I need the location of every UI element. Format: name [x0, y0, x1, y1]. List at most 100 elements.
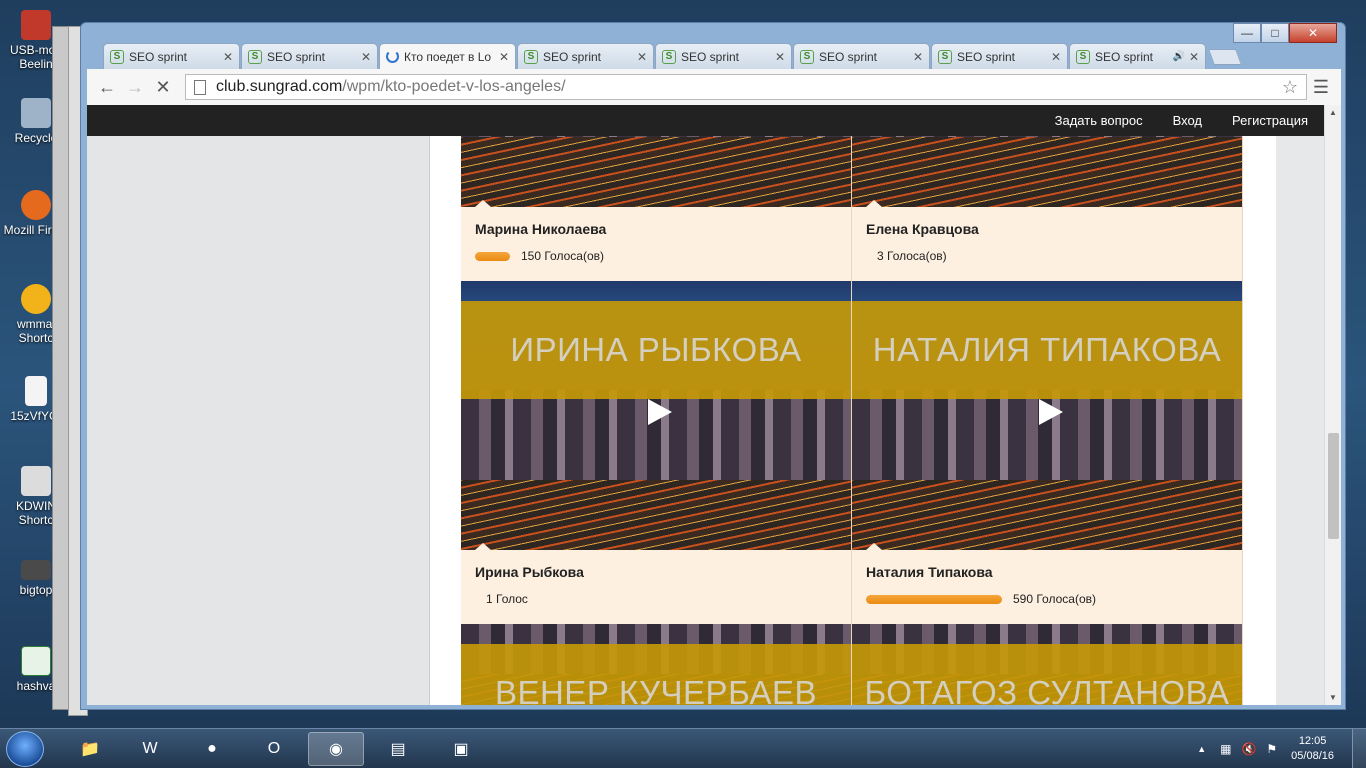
browser-tab[interactable]: S SEO sprint ✕: [931, 43, 1068, 69]
left-sidebar: [87, 136, 430, 705]
chrome-window: — □ ✕ S SEO sprint ✕ S SEO sprint ✕ Кто поедет…: [80, 22, 1346, 710]
chrome-icon[interactable]: ◉: [308, 732, 364, 766]
start-button[interactable]: [6, 731, 44, 767]
taskbar: 📁 W ● O ◉ ▤ ▣ ▲ ▦ 🔇 ⚑ 12:05 05/08/16: [0, 728, 1366, 768]
volume-muted-icon[interactable]: 🔇: [1241, 742, 1256, 756]
close-tab-icon[interactable]: ✕: [913, 50, 923, 64]
browser-tab[interactable]: S SEO sprint ✕: [241, 43, 378, 69]
candidate-card: ИРИНА РЫБКОВА Ирина Рыбкова 1 Голос: [461, 281, 852, 624]
minimize-button[interactable]: —: [1233, 23, 1261, 43]
vote-row: 590 Голоса(ов): [866, 592, 1228, 606]
candidate-info: Елена Кравцова 3 Голоса(ов): [852, 207, 1242, 281]
new-tab-button[interactable]: [1208, 49, 1242, 65]
candidate-info: Наталия Типакова 590 Голоса(ов): [852, 550, 1242, 624]
seo-sprint-favicon-icon: S: [248, 49, 262, 64]
address-bar[interactable]: club.sungrad.com/wpm/kto-poedet-v-los-an…: [185, 74, 1307, 100]
maximize-button[interactable]: □: [1261, 23, 1289, 43]
browser-tab[interactable]: S SEO sprint ✕: [517, 43, 654, 69]
network-icon[interactable]: ▦: [1220, 742, 1231, 756]
page-icon: [194, 79, 206, 95]
candidate-video-thumbnail[interactable]: ВЕНЕР КУЧЕРБАЕВ: [461, 624, 851, 705]
window-icon[interactable]: ▣: [432, 732, 490, 766]
scrollbar-thumb[interactable]: [1328, 433, 1339, 539]
candidate-info: Ирина Рыбкова 1 Голос: [461, 550, 851, 624]
close-tab-icon[interactable]: ✕: [361, 50, 371, 64]
scroll-down-icon[interactable]: ▼: [1329, 693, 1337, 702]
page-scrollbar[interactable]: ▲ ▼: [1324, 105, 1341, 705]
show-hidden-icons-icon[interactable]: ▲: [1197, 744, 1206, 754]
candidate-video-thumbnail[interactable]: БОТАГОЗ СУЛТАНОВА: [852, 624, 1242, 705]
vote-count: 590 Голоса(ов): [1013, 592, 1096, 606]
tab-title: SEO sprint: [129, 49, 188, 64]
url-host: club.sungrad.com: [216, 78, 343, 95]
candidate-card: БОТАГОЗ СУЛТАНОВА: [852, 624, 1243, 705]
vote-progress-bar: [866, 594, 1002, 604]
desktop-icon-label: bigtop: [19, 583, 53, 597]
close-tab-icon[interactable]: ✕: [1051, 50, 1061, 64]
explorer-icon[interactable]: 📁: [62, 732, 118, 766]
scroll-up-icon[interactable]: ▲: [1329, 108, 1337, 117]
tab-audio-icon: 🔊: [1172, 51, 1185, 62]
card-notch: [866, 543, 882, 550]
candidate-name-banner: БОТАГОЗ СУЛТАНОВА: [852, 644, 1242, 705]
clock-time: 12:05: [1298, 735, 1327, 747]
bookmark-star-icon[interactable]: ☆: [1282, 77, 1298, 98]
site-top-bar: Задать вопрос Вход Регистрация: [87, 105, 1324, 136]
system-tray: ▲ ▦ 🔇 ⚑ 12:05 05/08/16: [1197, 729, 1366, 768]
play-icon[interactable]: [1039, 399, 1063, 425]
tab-title: SEO sprint: [681, 49, 740, 64]
candidate-name[interactable]: Наталия Типакова: [866, 564, 1228, 580]
candidate-card: ВЕНЕР КУЧЕРБАЕВ: [461, 624, 852, 705]
firefox-icon: [21, 190, 51, 220]
candidate-info: Марина Николаева 150 Голоса(ов): [461, 207, 851, 281]
clock[interactable]: 12:05 05/08/16: [1291, 734, 1334, 764]
candidate-video-thumbnail[interactable]: НАТАЛИЯ ТИПАКОВА: [852, 281, 1242, 550]
register-link[interactable]: Регистрация: [1232, 113, 1308, 128]
back-arrow-icon[interactable]: ←: [93, 74, 121, 100]
close-tab-icon[interactable]: ✕: [223, 50, 233, 64]
stacks-icon[interactable]: ▤: [370, 732, 426, 766]
vote-count: 150 Голоса(ов): [521, 249, 604, 263]
candidate-video-thumbnail[interactable]: ИРИНА РЫБКОВА: [461, 281, 851, 550]
firefox-icon[interactable]: ●: [184, 732, 240, 766]
play-icon[interactable]: [648, 399, 672, 425]
word-icon[interactable]: W: [122, 732, 178, 766]
usb-modem-icon: [21, 10, 51, 40]
browser-tab[interactable]: S SEO sprint 🔊 ✕: [1069, 43, 1206, 69]
seo-sprint-favicon-icon: S: [662, 49, 676, 64]
close-tab-icon[interactable]: ✕: [637, 50, 647, 64]
candidate-name[interactable]: Елена Кравцова: [866, 221, 1228, 237]
text-file-icon: [25, 376, 47, 406]
candidate-name[interactable]: Марина Николаева: [475, 221, 837, 237]
stop-loading-icon[interactable]: ✕: [149, 74, 177, 100]
browser-tab[interactable]: S SEO sprint ✕: [103, 43, 240, 69]
main-content: Марина Николаева 150 Голоса(ов) Елена Крав…: [430, 105, 1276, 705]
opera-icon[interactable]: O: [246, 732, 302, 766]
forward-arrow-icon[interactable]: →: [121, 74, 149, 100]
login-link[interactable]: Вход: [1173, 113, 1202, 128]
tab-title: SEO sprint: [957, 49, 1016, 64]
browser-tab[interactable]: Кто поедет в Lo ✕: [379, 43, 516, 69]
vote-progress-bar: [475, 251, 510, 261]
candidate-name[interactable]: Ирина Рыбкова: [475, 564, 837, 580]
close-tab-icon[interactable]: ✕: [775, 50, 785, 64]
close-window-button[interactable]: ✕: [1289, 23, 1337, 43]
card-notch: [866, 200, 882, 207]
excel-file-icon: [21, 646, 51, 676]
close-tab-icon[interactable]: ✕: [499, 50, 509, 64]
browser-tab[interactable]: S SEO sprint ✕: [793, 43, 930, 69]
desktop-icon-label: KDWIN Shortc: [16, 499, 56, 527]
window-controls: — □ ✕: [1233, 23, 1337, 43]
action-center-icon[interactable]: ⚑: [1266, 742, 1277, 756]
vote-row: 150 Голоса(ов): [475, 249, 837, 263]
browser-tab[interactable]: S SEO sprint ✕: [655, 43, 792, 69]
show-desktop-button[interactable]: [1352, 729, 1366, 768]
seo-sprint-favicon-icon: S: [110, 49, 124, 64]
tab-title: SEO sprint: [267, 49, 326, 64]
ask-question-link[interactable]: Задать вопрос: [1055, 113, 1143, 128]
traffic-lights-image: [852, 480, 1242, 550]
close-tab-icon[interactable]: ✕: [1189, 50, 1199, 64]
recycle-bin-icon: [21, 98, 51, 128]
chrome-menu-icon[interactable]: ☰: [1307, 77, 1335, 98]
traffic-lights-image: [461, 137, 851, 207]
